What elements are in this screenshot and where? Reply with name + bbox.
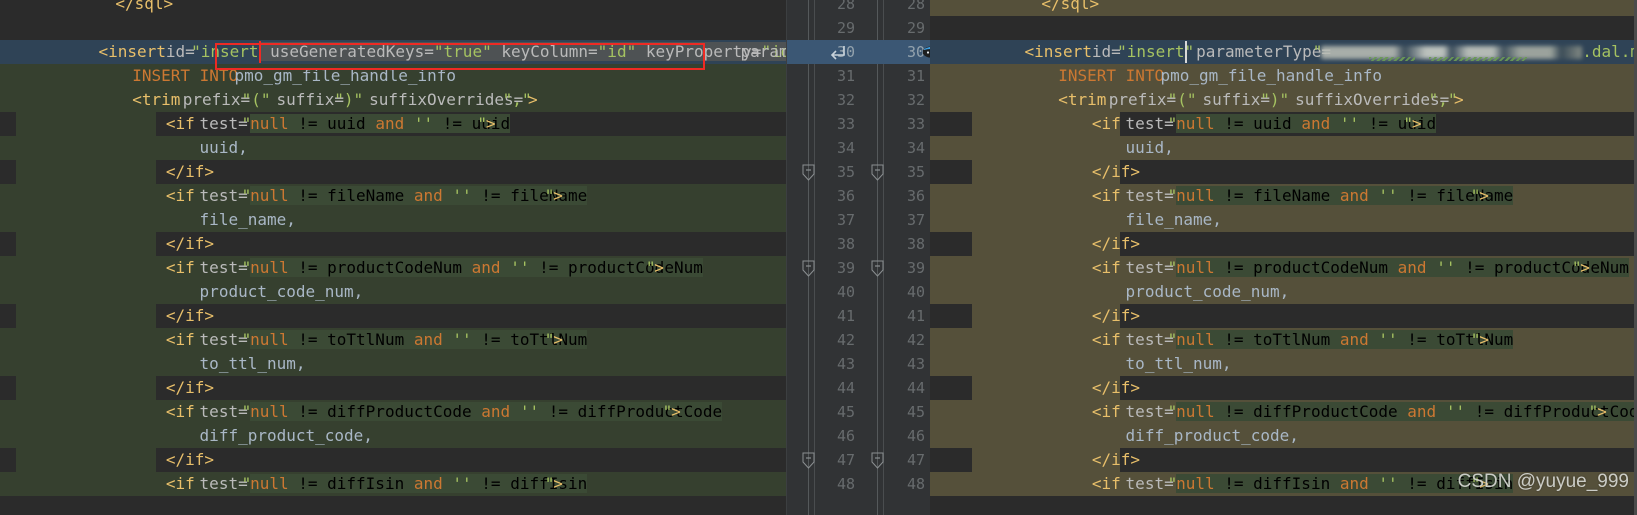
right-line-number: 32: [906, 91, 925, 109]
code-line[interactable]: [930, 16, 1637, 40]
right-editor-pane[interactable]: </sql> <insert id= "insert" parameterType=…: [930, 0, 1637, 515]
left-line-number: 40: [836, 283, 855, 301]
code-line[interactable]: [930, 112, 1637, 136]
right-line-number: 42: [906, 331, 925, 349]
code-line[interactable]: [930, 280, 1637, 304]
left-line-number: 47: [836, 451, 855, 469]
code-line[interactable]: [0, 352, 787, 376]
code-line[interactable]: [0, 160, 787, 184]
code-line[interactable]: [0, 112, 787, 136]
right-line-number: 34: [906, 139, 925, 157]
code-line[interactable]: [0, 136, 787, 160]
right-line-number: 43: [906, 355, 925, 373]
left-line-number: 33: [836, 115, 855, 133]
code-line[interactable]: [0, 184, 787, 208]
left-line-number: 37: [836, 211, 855, 229]
code-line[interactable]: [0, 280, 787, 304]
right-line-number: 35: [906, 163, 925, 181]
code-line[interactable]: [0, 208, 787, 232]
code-line[interactable]: [0, 424, 787, 448]
left-line-number: 44: [836, 379, 855, 397]
code-line[interactable]: [930, 352, 1637, 376]
left-line-number: 31: [836, 67, 855, 85]
code-line[interactable]: [0, 448, 787, 472]
right-line-number: 41: [906, 307, 925, 325]
left-line-number: 35: [836, 163, 855, 181]
right-line-number: 48: [906, 475, 925, 493]
left-line-number: 46: [836, 427, 855, 445]
fold-collapse-icon[interactable]: [802, 160, 815, 184]
left-line-number: 45: [836, 403, 855, 421]
right-code-lines[interactable]: </sql> <insert id= "insert" parameterType=…: [930, 0, 1637, 515]
right-line-number: 47: [906, 451, 925, 469]
right-line-number: 29: [906, 19, 925, 37]
code-line[interactable]: [930, 40, 1637, 64]
left-line-number: 29: [836, 19, 855, 37]
diff-viewer: </sql> <insert id= "insert" useGeneratedKe…: [0, 0, 1637, 515]
right-line-number: 31: [906, 67, 925, 85]
code-line[interactable]: [930, 208, 1637, 232]
arrow-down-left-icon[interactable]: [827, 40, 849, 64]
code-line[interactable]: [930, 160, 1637, 184]
right-line-number: 33: [906, 115, 925, 133]
code-line[interactable]: [0, 376, 787, 400]
right-line-number: 30: [906, 43, 925, 61]
fold-collapse-icon[interactable]: [802, 256, 815, 280]
left-line-number: 34: [836, 139, 855, 157]
left-line-number: 32: [836, 91, 855, 109]
fold-collapse-icon[interactable]: [871, 256, 884, 280]
left-line-number: 38: [836, 235, 855, 253]
code-line[interactable]: [930, 304, 1637, 328]
code-line[interactable]: [930, 184, 1637, 208]
right-line-number: 38: [906, 235, 925, 253]
code-line[interactable]: [0, 232, 787, 256]
code-line[interactable]: [930, 256, 1637, 280]
code-line[interactable]: [930, 400, 1637, 424]
code-line[interactable]: [0, 328, 787, 352]
code-line[interactable]: [930, 328, 1637, 352]
code-line[interactable]: [930, 424, 1637, 448]
left-line-number: 41: [836, 307, 855, 325]
left-editor-pane[interactable]: </sql> <insert id= "insert" useGeneratedKe…: [0, 0, 787, 515]
right-line-number: 40: [906, 283, 925, 301]
code-line[interactable]: [0, 472, 787, 496]
right-line-number: 28: [906, 0, 925, 13]
code-line[interactable]: [930, 136, 1637, 160]
code-line[interactable]: [0, 16, 787, 40]
left-line-number: 28: [836, 0, 855, 13]
code-line[interactable]: [930, 232, 1637, 256]
code-line[interactable]: [0, 400, 787, 424]
right-line-number: 45: [906, 403, 925, 421]
code-line[interactable]: [0, 40, 787, 64]
right-line-number: 46: [906, 427, 925, 445]
left-line-number: 48: [836, 475, 855, 493]
diff-gutter[interactable]: 28 28 29 29 30 30 31 31 32 32 33 33 34 34 35 35 36 36 37 37…: [787, 0, 939, 515]
code-line[interactable]: [0, 304, 787, 328]
code-line[interactable]: [0, 88, 787, 112]
right-line-number: 44: [906, 379, 925, 397]
right-line-number: 37: [906, 211, 925, 229]
code-line[interactable]: [930, 88, 1637, 112]
fold-collapse-icon[interactable]: [871, 448, 884, 472]
code-line[interactable]: [0, 64, 787, 88]
right-line-number: 36: [906, 187, 925, 205]
left-line-number: 36: [836, 187, 855, 205]
left-code-lines[interactable]: </sql> <insert id= "insert" useGeneratedKe…: [0, 0, 787, 515]
code-line[interactable]: [0, 0, 787, 16]
fold-collapse-icon[interactable]: [802, 448, 815, 472]
code-line[interactable]: [930, 0, 1637, 16]
code-line[interactable]: [930, 448, 1637, 472]
watermark-text: CSDN @yuyue_999: [1457, 471, 1629, 492]
right-line-number: 39: [906, 259, 925, 277]
code-line[interactable]: [930, 376, 1637, 400]
left-line-number: 42: [836, 331, 855, 349]
code-line[interactable]: [930, 64, 1637, 88]
code-line[interactable]: [0, 256, 787, 280]
left-line-number: 43: [836, 355, 855, 373]
fold-collapse-icon[interactable]: [871, 160, 884, 184]
left-line-number: 39: [836, 259, 855, 277]
